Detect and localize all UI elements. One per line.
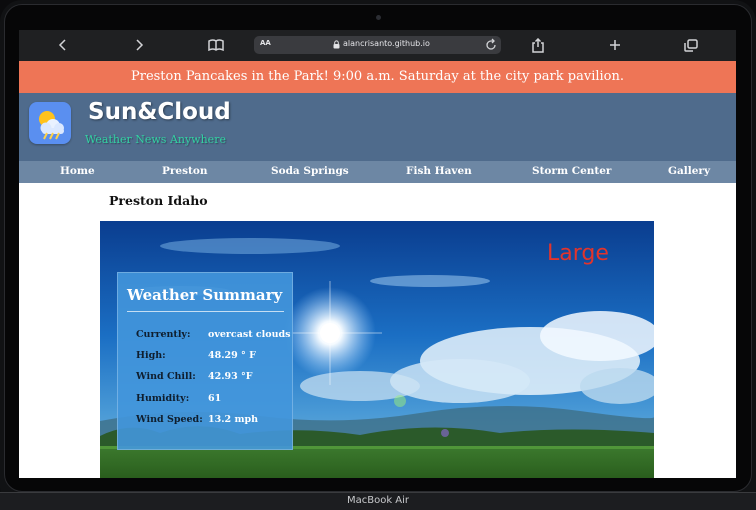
laptop-frame: AA alancrisanto.github.io Preston Pancak…: [0, 0, 756, 510]
sun-cloud-icon: [39, 111, 64, 140]
share-button[interactable]: [527, 35, 549, 55]
reload-icon[interactable]: [485, 38, 497, 51]
camera-icon: [376, 15, 381, 20]
address-bar[interactable]: AA alancrisanto.github.io: [254, 36, 501, 54]
summary-label-humidity: Humidity:: [136, 393, 190, 404]
bookmarks-button[interactable]: [205, 35, 227, 55]
summary-value-wind-chill: 42.93 °F: [208, 371, 253, 382]
site-title[interactable]: Sun&Cloud: [88, 99, 231, 125]
lock-icon: [333, 40, 340, 49]
text-size-button[interactable]: AA: [260, 39, 271, 47]
chevron-left-icon: [58, 39, 66, 51]
device-model-label: MacBook Air: [346, 495, 410, 506]
forward-button[interactable]: [128, 35, 150, 55]
main-nav: Home Preston Soda Springs Fish Haven Sto…: [19, 161, 736, 183]
book-icon: [208, 39, 224, 51]
announcement-banner: Preston Pancakes in the Park! 9:00 a.m. …: [19, 61, 736, 93]
back-button[interactable]: [52, 35, 74, 55]
summary-label-wind-chill: Wind Chill:: [136, 371, 196, 382]
summary-title: Weather Summary: [127, 286, 283, 304]
browser-viewport: AA alancrisanto.github.io Preston Pancak…: [19, 30, 736, 478]
nav-link-preston[interactable]: Preston: [162, 165, 208, 177]
summary-value-high: 48.29 ° F: [208, 350, 256, 361]
site-tagline: Weather News Anywhere: [85, 133, 226, 146]
summary-label-wind-speed: Wind Speed:: [136, 414, 203, 425]
summary-value-humidity: 61: [208, 393, 222, 404]
page-title: Preston Idaho: [109, 193, 208, 208]
tabs-icon: [684, 38, 698, 52]
site-header: Sun&Cloud Weather News Anywhere: [19, 93, 736, 161]
weather-summary-card: Weather Summary Currently: overcast clou…: [117, 272, 293, 450]
url-text: alancrisanto.github.io: [343, 39, 430, 48]
tabs-overview-button[interactable]: [680, 35, 702, 55]
new-tab-button[interactable]: [604, 35, 626, 55]
browser-toolbar: AA alancrisanto.github.io: [19, 30, 736, 61]
summary-label-high: High:: [136, 350, 166, 361]
summary-value-currently: overcast clouds: [208, 329, 291, 340]
laptop-base: MacBook Air: [0, 492, 756, 510]
chevron-right-icon: [136, 39, 144, 51]
nav-link-gallery[interactable]: Gallery: [668, 165, 710, 177]
nav-link-soda-springs[interactable]: Soda Springs: [271, 165, 349, 177]
summary-divider: [127, 311, 284, 312]
image-size-label: Large: [547, 241, 609, 266]
summary-value-wind-speed: 13.2 mph: [208, 414, 259, 425]
weather-logo-icon[interactable]: [29, 102, 71, 144]
nav-link-fish-haven[interactable]: Fish Haven: [406, 165, 472, 177]
summary-label-currently: Currently:: [136, 329, 191, 340]
share-icon: [532, 37, 544, 53]
plus-icon: [610, 40, 620, 50]
nav-link-home[interactable]: Home: [60, 165, 95, 177]
hero-image: Large Weather Summary Currently: overcas…: [100, 221, 654, 478]
nav-link-storm-center[interactable]: Storm Center: [532, 165, 611, 177]
